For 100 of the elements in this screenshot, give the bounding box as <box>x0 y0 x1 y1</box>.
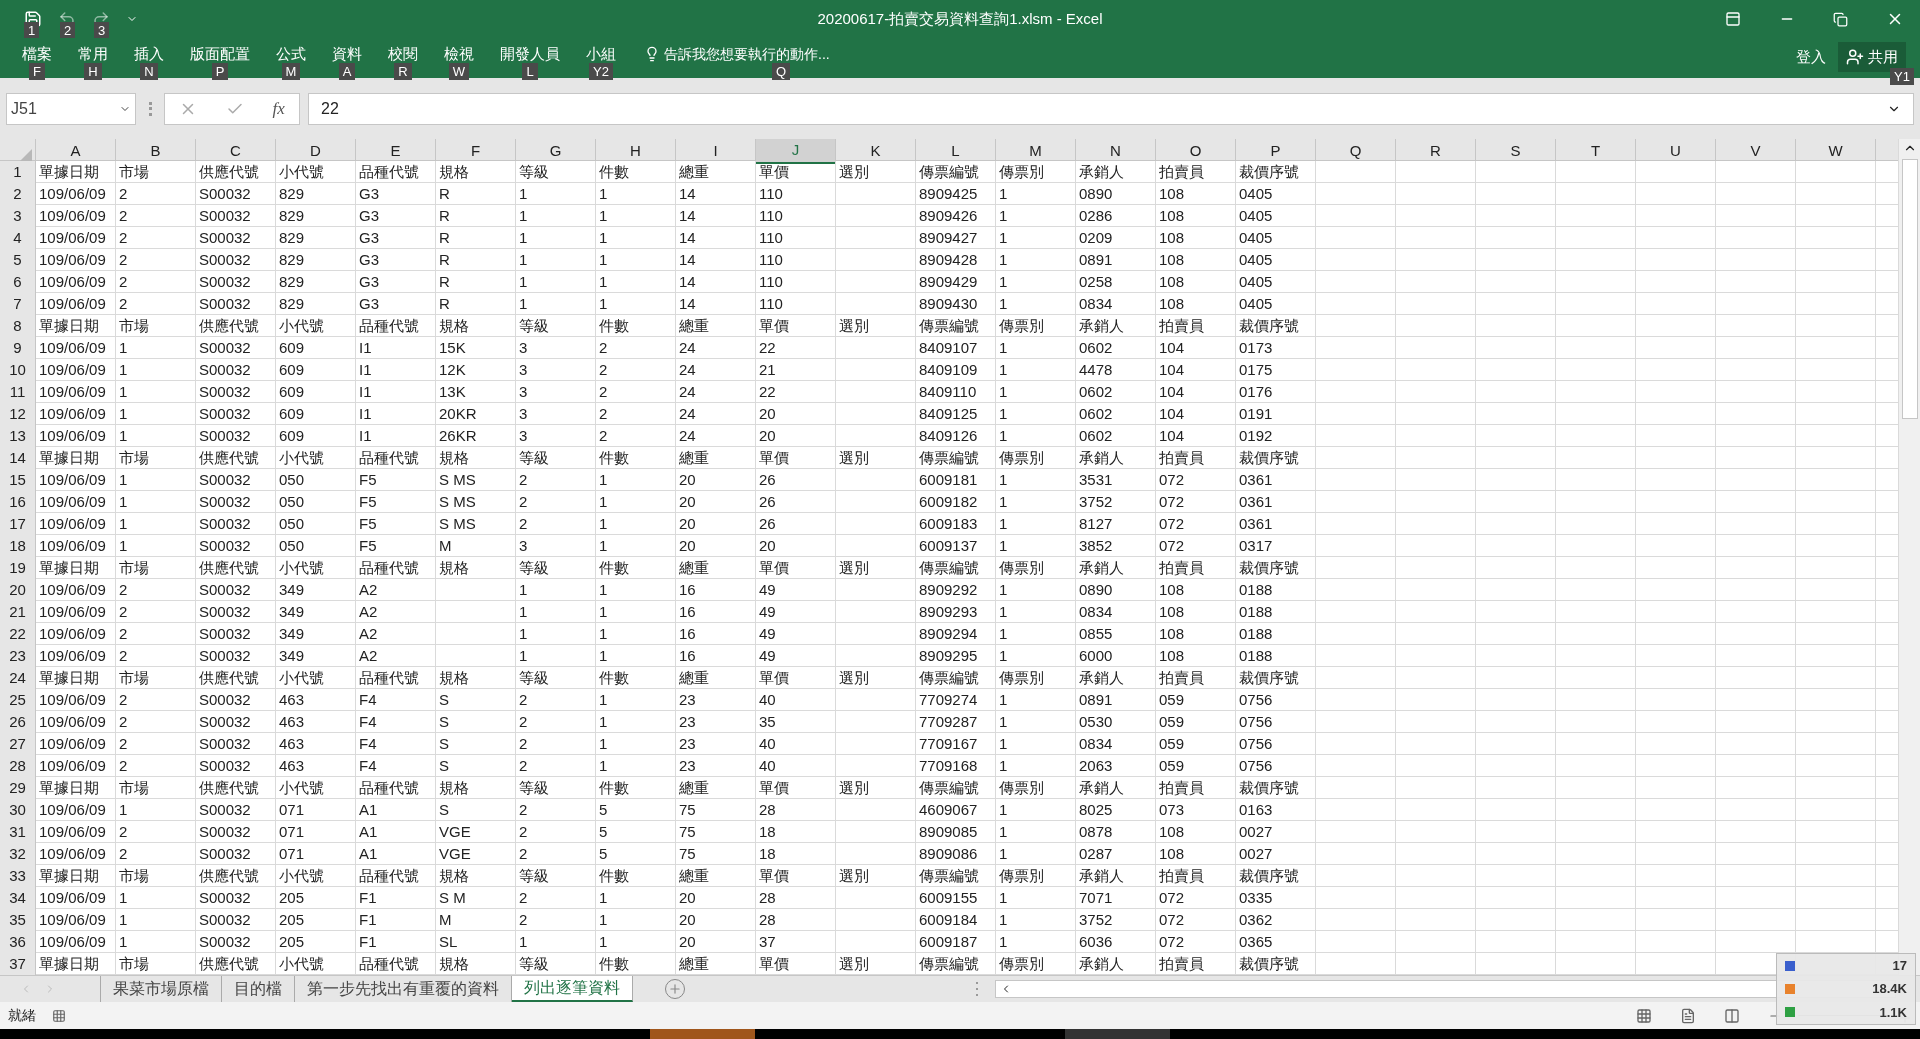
ribbon-tab[interactable]: 插入 <box>128 44 170 64</box>
ribbon-display-icon[interactable] <box>1725 11 1741 27</box>
table-cell: R <box>436 249 516 272</box>
table-cell: 108 <box>1156 271 1236 294</box>
ribbon-tab[interactable]: 校閱 <box>382 44 424 64</box>
column-header[interactable]: O <box>1156 139 1236 164</box>
table-cell: 等級 <box>516 315 596 338</box>
row-number[interactable]: 3 <box>0 205 36 228</box>
row-number[interactable]: 5 <box>0 249 36 272</box>
table-cell: 市場 <box>116 315 196 338</box>
row-number[interactable]: 31 <box>0 821 36 844</box>
column-header[interactable]: P <box>1236 139 1316 164</box>
page-layout-icon[interactable] <box>1680 1007 1696 1024</box>
row-number[interactable]: 10 <box>0 359 36 382</box>
ribbon-tab[interactable]: 小組 <box>580 44 622 64</box>
row-number[interactable]: 21 <box>0 601 36 624</box>
row-number[interactable]: 16 <box>0 491 36 514</box>
ribbon-tab[interactable]: 檔案 <box>16 44 58 64</box>
row-number[interactable]: 22 <box>0 623 36 646</box>
row-number[interactable]: 26 <box>0 711 36 734</box>
column-header[interactable]: E <box>356 139 436 164</box>
row-number[interactable]: 30 <box>0 799 36 822</box>
row-number[interactable]: 37 <box>0 953 36 975</box>
name-box[interactable]: J51 <box>6 92 136 125</box>
table-cell: 109/06/09 <box>36 337 116 360</box>
row-number[interactable]: 29 <box>0 777 36 800</box>
ribbon-tab[interactable]: 檢視 <box>438 44 480 64</box>
row-number[interactable]: 19 <box>0 557 36 580</box>
column-header[interactable]: S <box>1476 139 1556 164</box>
splitter-handle-icon[interactable] <box>975 982 979 996</box>
table-cell: 1 <box>596 513 676 536</box>
row-number[interactable]: 28 <box>0 755 36 778</box>
column-header[interactable]: G <box>516 139 596 164</box>
table-cell: I1 <box>356 337 436 360</box>
row-number[interactable]: 11 <box>0 381 36 404</box>
formula-input[interactable]: 22 <box>308 92 1914 125</box>
row-number[interactable]: 25 <box>0 689 36 712</box>
ribbon-tab[interactable]: 資料 <box>326 44 368 64</box>
insert-function-button[interactable]: fx <box>272 95 285 122</box>
row-number[interactable]: 13 <box>0 425 36 448</box>
row-number[interactable]: 14 <box>0 447 36 470</box>
row-number[interactable]: 27 <box>0 733 36 756</box>
table-cell: 3 <box>516 359 596 382</box>
sign-in-link[interactable]: 登入 <box>1796 45 1826 69</box>
row-number[interactable]: 8 <box>0 315 36 338</box>
ribbon-tab[interactable]: 版面配置 <box>184 44 256 64</box>
table-cell: 104 <box>1156 425 1236 448</box>
row-number[interactable]: 18 <box>0 535 36 558</box>
row-number[interactable]: 1 <box>0 161 36 184</box>
restore-icon[interactable] <box>1833 11 1848 27</box>
ribbon-tab[interactable]: 開發人員 <box>494 44 566 64</box>
save-icon[interactable] <box>24 10 42 28</box>
table-cell: 供應代號 <box>196 777 276 800</box>
share-button[interactable]: 共用 <box>1838 42 1906 72</box>
row-number[interactable]: 15 <box>0 469 36 492</box>
row-number[interactable]: 7 <box>0 293 36 316</box>
scroll-thumb[interactable] <box>1901 159 1918 419</box>
page-break-icon[interactable] <box>1724 1007 1740 1024</box>
table-cell: 0317 <box>1236 535 1316 558</box>
row-number[interactable]: 4 <box>0 227 36 250</box>
table-cell: 072 <box>1156 887 1236 910</box>
row-number[interactable]: 2 <box>0 183 36 206</box>
column-header[interactable]: N <box>1076 139 1156 164</box>
row-number[interactable]: 24 <box>0 667 36 690</box>
column-header[interactable]: V <box>1716 139 1796 164</box>
column-header[interactable]: L <box>916 139 996 164</box>
column-header[interactable]: R <box>1396 139 1476 164</box>
row-number[interactable]: 20 <box>0 579 36 602</box>
column-header[interactable]: W <box>1796 139 1876 164</box>
row-number[interactable]: 12 <box>0 403 36 426</box>
column-header[interactable]: D <box>276 139 356 164</box>
row-number[interactable]: 32 <box>0 843 36 866</box>
column-header[interactable]: J <box>756 139 836 164</box>
column-header[interactable]: F <box>436 139 516 164</box>
row-number[interactable]: 9 <box>0 337 36 360</box>
column-header[interactable]: U <box>1636 139 1716 164</box>
table-cell: 市場 <box>116 865 196 888</box>
normal-view-icon[interactable] <box>1636 1007 1652 1024</box>
row-number[interactable]: 35 <box>0 909 36 932</box>
row-number[interactable]: 17 <box>0 513 36 536</box>
sheet-tab[interactable]: 列出逐筆資料 <box>512 976 633 1002</box>
table-cell: 承銷人 <box>1076 777 1156 800</box>
tell-me-search[interactable]: 告訴我您想要執行的動作... <box>664 44 830 64</box>
column-header[interactable]: T <box>1556 139 1636 164</box>
table-cell: 0361 <box>1236 513 1316 536</box>
column-header[interactable]: K <box>836 139 916 164</box>
column-header[interactable]: A <box>36 139 116 164</box>
row-number[interactable]: 33 <box>0 865 36 888</box>
row-number[interactable]: 6 <box>0 271 36 294</box>
row-number[interactable]: 36 <box>0 931 36 954</box>
column-header[interactable]: H <box>596 139 676 164</box>
table-cell: 6009182 <box>916 491 996 514</box>
ribbon-tab[interactable]: 公式 <box>270 44 312 64</box>
column-header[interactable]: M <box>996 139 1076 164</box>
column-header[interactable]: C <box>196 139 276 164</box>
column-header[interactable]: Q <box>1316 139 1396 164</box>
column-header[interactable]: B <box>116 139 196 164</box>
row-number[interactable]: 23 <box>0 645 36 668</box>
ribbon-tab[interactable]: 常用 <box>72 44 114 64</box>
row-number[interactable]: 34 <box>0 887 36 910</box>
